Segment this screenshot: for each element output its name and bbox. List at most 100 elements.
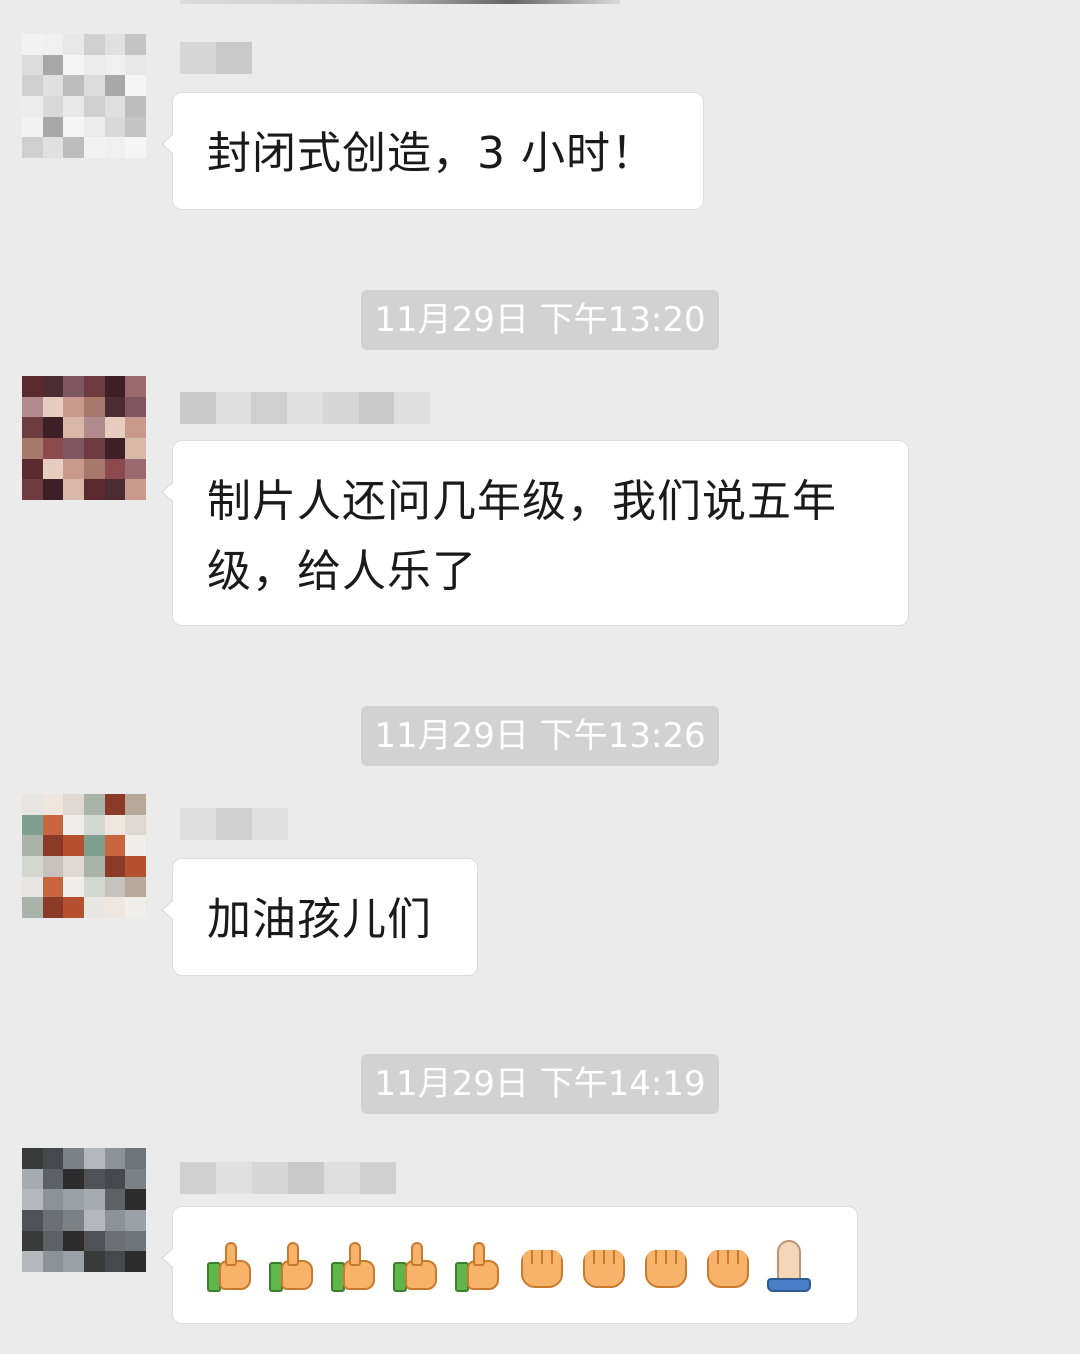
avatar-pixel	[125, 137, 146, 158]
avatar-pixel	[104, 34, 126, 55]
avatar-pixel	[125, 794, 146, 815]
avatar-pixel	[83, 1209, 105, 1231]
thumbs-up-icon	[203, 1238, 259, 1294]
avatar-pixel	[83, 855, 105, 877]
avatar-pixel	[83, 1168, 105, 1190]
avatar-pixel	[63, 417, 84, 438]
thumbs-up-icon	[451, 1238, 507, 1294]
blurred-name-block	[251, 1162, 288, 1194]
avatar-pixel	[42, 137, 64, 158]
message-bubble[interactable]: 封闭式创造，3 小时！	[161, 92, 704, 210]
avatar-pixel	[22, 396, 43, 418]
avatar-pixel	[42, 458, 64, 480]
avatar-pixel	[125, 417, 146, 438]
blurred-name-block	[180, 1162, 216, 1194]
avatar-pixel	[104, 437, 126, 459]
avatar-pixel	[63, 1230, 84, 1252]
avatar-pixel	[125, 437, 146, 459]
avatar-pixel	[125, 479, 146, 500]
avatar-pixel	[42, 794, 64, 815]
avatar-pixel	[22, 75, 43, 96]
avatar-pixel	[63, 34, 84, 55]
avatar-pixel	[125, 396, 146, 418]
avatar-pixel	[104, 1251, 126, 1272]
avatar-pixel	[22, 95, 43, 117]
avatar-pixel	[104, 116, 126, 138]
blurred-name-block	[215, 1162, 252, 1194]
avatar-pixel	[125, 458, 146, 480]
avatar-pixel	[125, 95, 146, 117]
avatar-pixel	[42, 417, 64, 438]
avatar-pixel	[125, 897, 146, 918]
avatar-pixel	[42, 116, 64, 138]
avatar-pixel	[42, 1168, 64, 1190]
avatar-pixel	[125, 54, 146, 76]
avatar-pixel	[63, 835, 84, 856]
avatar-pixel	[125, 1209, 146, 1231]
avatar-pixel	[63, 54, 84, 76]
avatar-pixel	[104, 855, 126, 877]
avatar[interactable]	[22, 376, 146, 500]
blurred-name-block	[180, 808, 216, 840]
avatar-pixel	[63, 1209, 84, 1231]
avatar-pixel	[125, 1230, 146, 1252]
avatar-pixel	[104, 876, 126, 898]
avatar-pixel	[63, 95, 84, 117]
avatar-pixel	[104, 1148, 126, 1169]
avatar-pixel	[83, 116, 105, 138]
blurred-name-block	[323, 1162, 360, 1194]
blurred-name-block	[216, 42, 252, 74]
folded-hands-icon	[761, 1238, 817, 1294]
avatar-pixel	[63, 437, 84, 459]
avatar-pixel	[83, 1230, 105, 1252]
avatar-pixel	[125, 376, 146, 397]
avatar-pixel	[22, 1148, 43, 1169]
sender-name	[180, 42, 252, 74]
avatar[interactable]	[22, 1148, 146, 1272]
fist-icon	[513, 1238, 569, 1294]
avatar-pixel	[104, 1209, 126, 1231]
avatar-pixel	[42, 479, 64, 500]
message-text: 封闭式创造，3 小时！	[207, 128, 656, 179]
avatar-pixel	[125, 1168, 146, 1190]
cropped-message-edge	[180, 0, 620, 4]
avatar-pixel	[63, 376, 84, 397]
avatar-pixel	[104, 1168, 126, 1190]
timestamp: 11月29日 下午14:19	[361, 1054, 719, 1114]
avatar[interactable]	[22, 34, 146, 158]
avatar-pixel	[42, 437, 64, 459]
avatar-pixel	[104, 75, 126, 96]
avatar-pixel	[83, 814, 105, 836]
avatar-pixel	[125, 75, 146, 96]
avatar-pixel	[42, 34, 64, 55]
avatar-pixel	[63, 137, 84, 158]
blurred-name-block	[251, 808, 288, 840]
avatar-pixel	[125, 34, 146, 55]
message-text-line: 制片人还问几年级，我们说五年	[207, 476, 837, 527]
avatar-pixel	[63, 479, 84, 500]
thumbs-up-icon	[389, 1238, 445, 1294]
message-bubble[interactable]: 加油孩儿们	[161, 858, 478, 976]
message-bubble[interactable]	[161, 1206, 858, 1324]
timestamp: 11月29日 下午13:20	[361, 290, 719, 350]
message-text: 加油孩儿们	[207, 894, 432, 945]
thumbs-up-icon	[265, 1238, 321, 1294]
avatar-pixel	[83, 1251, 105, 1272]
message-bubble[interactable]: 制片人还问几年级，我们说五年 级，给人乐了	[161, 440, 909, 626]
timestamp: 11月29日 下午13:26	[361, 706, 719, 766]
avatar-pixel	[63, 876, 84, 898]
avatar-pixel	[22, 116, 43, 138]
sender-name	[180, 1162, 396, 1194]
avatar-pixel	[22, 437, 43, 459]
fist-icon	[575, 1238, 631, 1294]
avatar-pixel	[42, 876, 64, 898]
avatar-pixel	[42, 855, 64, 877]
avatar-pixel	[104, 897, 126, 918]
avatar-pixel	[63, 794, 84, 815]
avatar-pixel	[104, 137, 126, 158]
blurred-name-block	[359, 1162, 396, 1194]
avatar-pixel	[125, 814, 146, 836]
avatar-pixel	[42, 54, 64, 76]
avatar-pixel	[63, 897, 84, 918]
avatar[interactable]	[22, 794, 146, 918]
